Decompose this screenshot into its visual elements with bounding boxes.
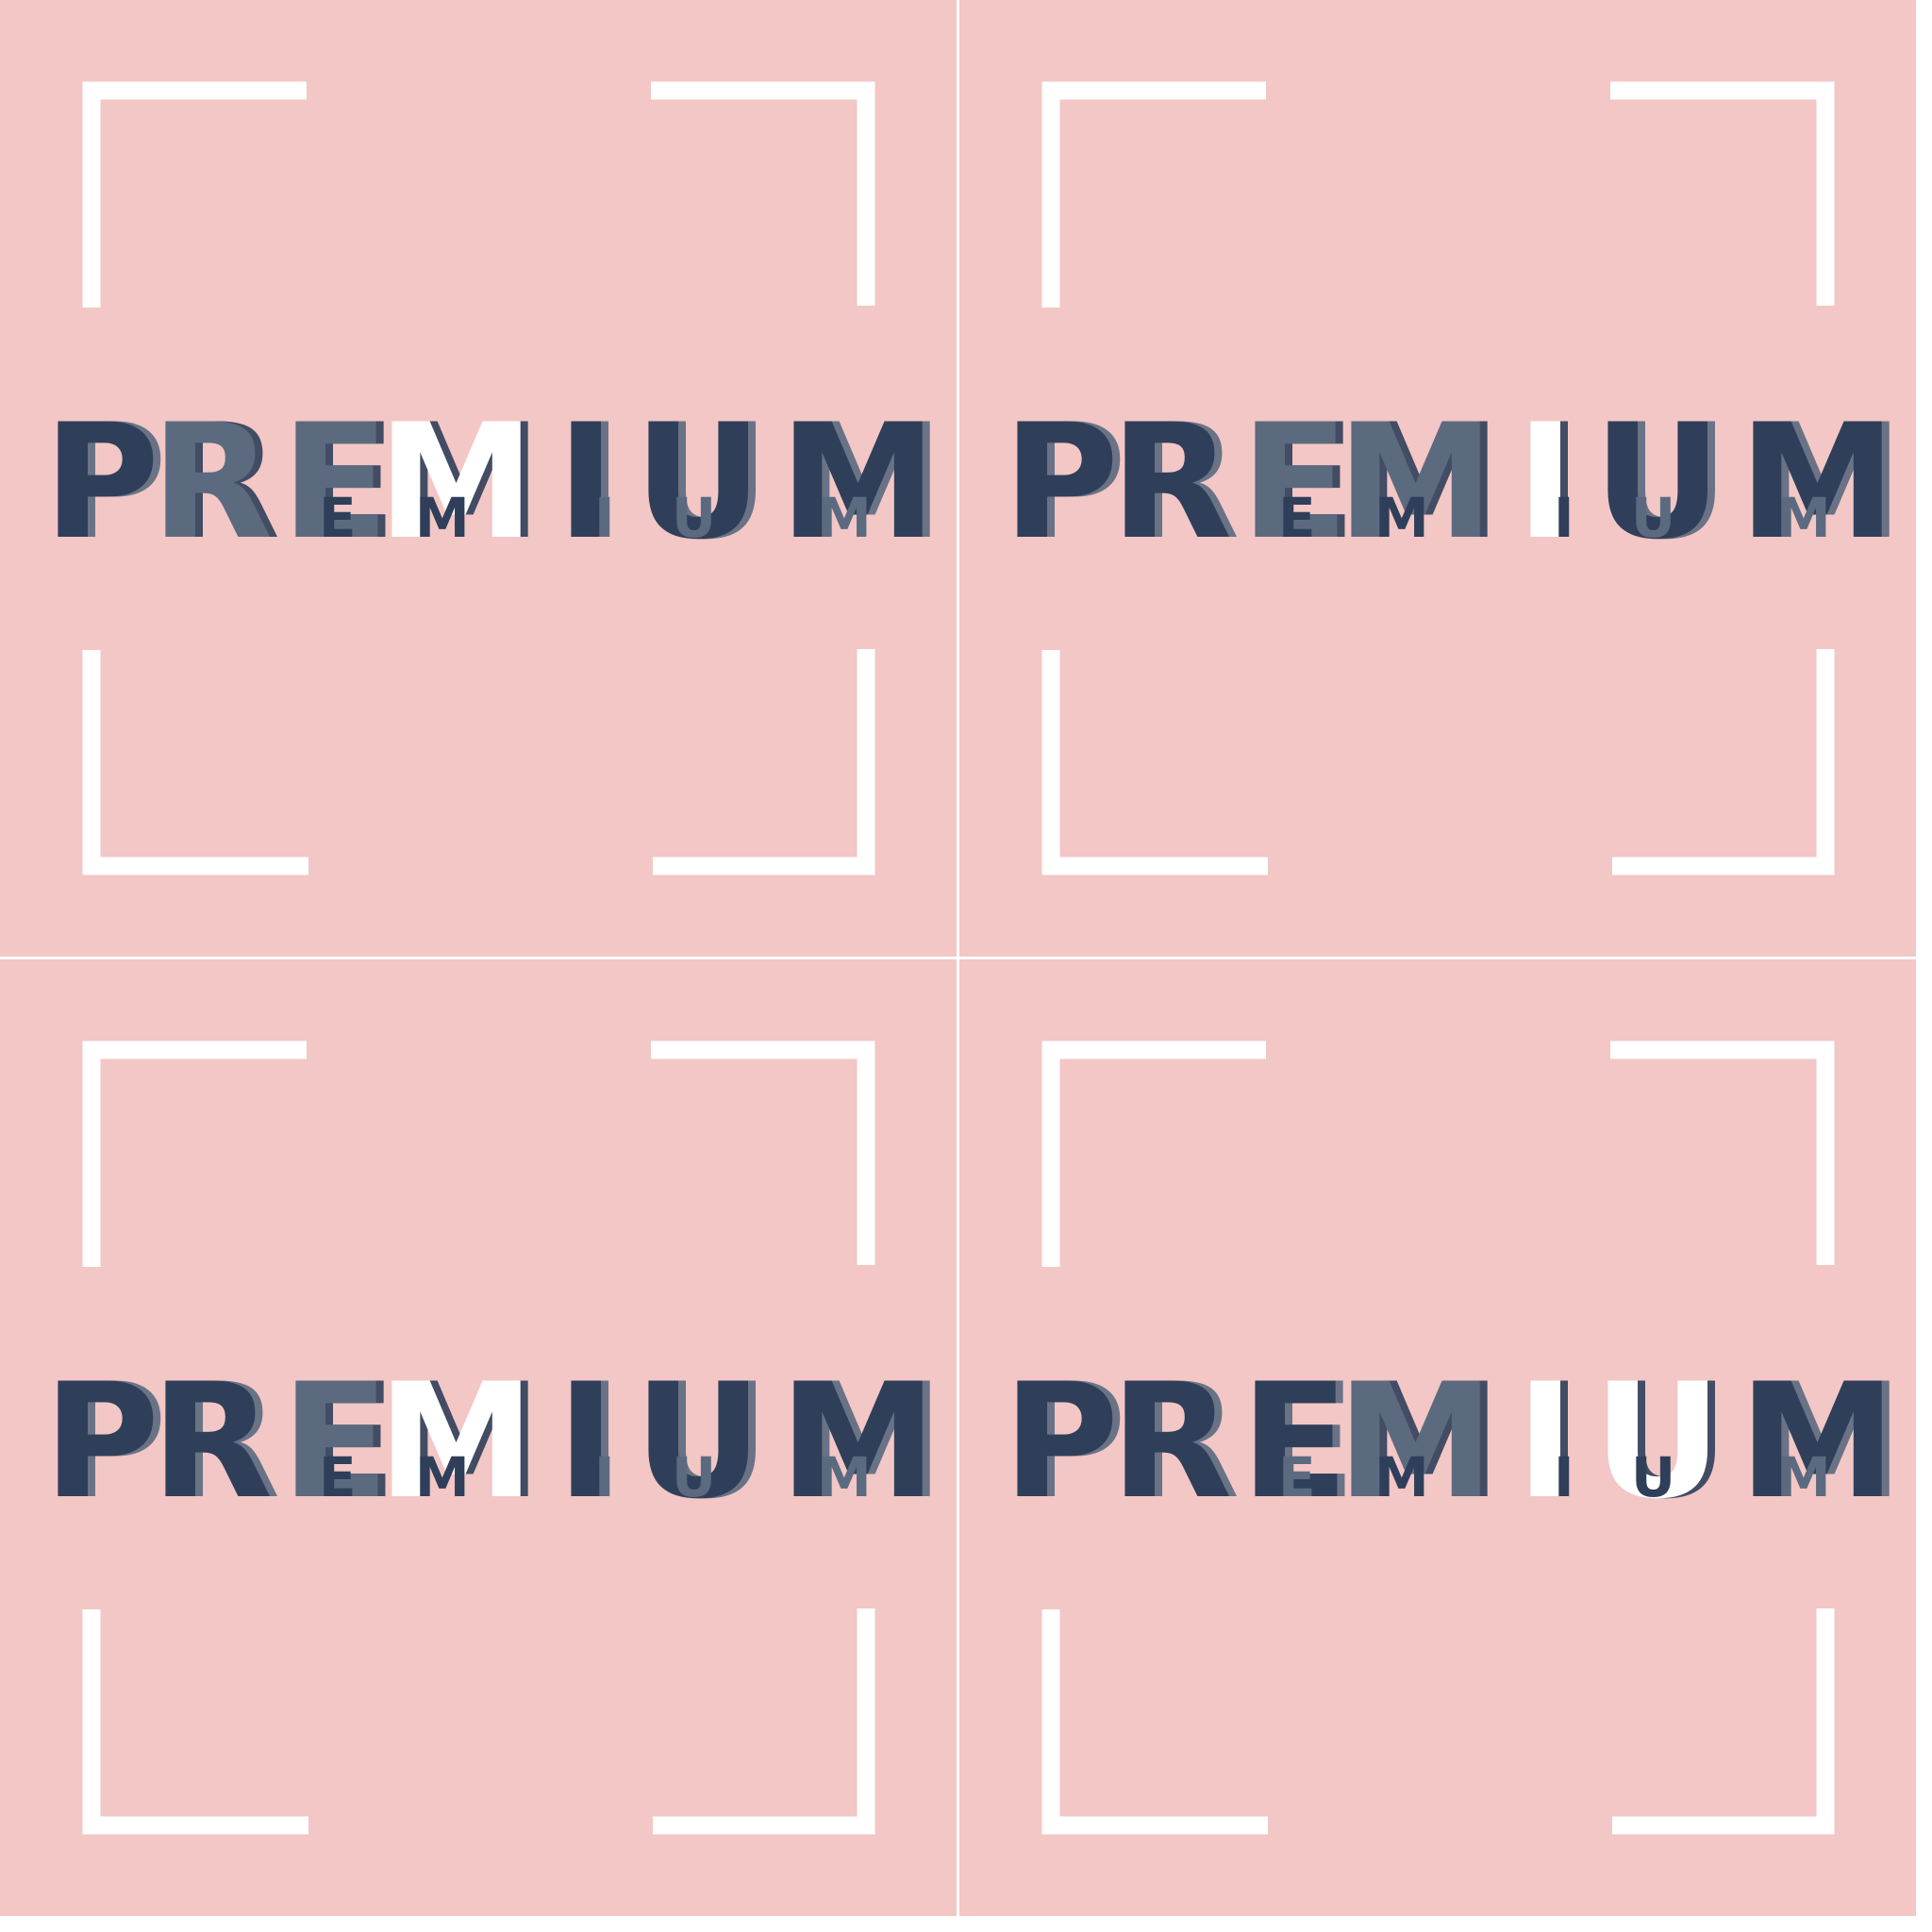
letter-r: R	[1110, 390, 1232, 575]
premium-word: PPRR EEE MMM III UUU MMM	[1003, 1349, 1904, 1534]
letter-small-i: I	[1554, 1445, 1574, 1509]
letter-small-u: U	[1631, 486, 1675, 550]
letter-small-m: M	[817, 486, 872, 550]
premium-logo-bottom-left: PPRR EEE MMM III UUU MMM	[0, 959, 957, 1916]
letter-p: P	[43, 390, 159, 575]
premium-tile-bottom-right: PPRREEEMMMIIIUUUMMM	[959, 959, 1916, 1916]
letter-p: P	[43, 1349, 159, 1534]
premium-tile-top-left: PPRREEEMMMIIIUUUMMM	[0, 0, 957, 957]
letter-small-i: I	[594, 1445, 615, 1509]
premium-logo-bottom-right: PPRR EEE MMM III UUU MMM	[959, 959, 1916, 1916]
premium-tile-bottom-left: PPRREEEMMMIIIUUUMMM	[0, 959, 957, 1916]
letter-small-e: E	[1278, 486, 1316, 550]
premium-tile-top-right: PPRREEEMMMIIIUUUMMM	[959, 0, 1916, 957]
premium-word: PPRR EEE MMM III UUU MMM	[43, 390, 944, 575]
letter-small-m: M	[1776, 486, 1831, 550]
letter-small-m: M	[415, 486, 470, 550]
letter-small-m: M	[1374, 1445, 1429, 1509]
letter-small-i: I	[594, 486, 615, 550]
letter-small-u: U	[672, 486, 716, 550]
letter-small-m: M	[415, 1445, 470, 1509]
premium-logo-top-left: PPRR EEE MMM III UUU MMM	[0, 0, 957, 957]
letter-small-e: E	[319, 486, 357, 550]
letter-r: R	[151, 1349, 273, 1534]
letter-p: P	[1003, 1349, 1119, 1534]
letter-small-u: U	[672, 1445, 716, 1509]
letter-small-u: U	[1631, 1445, 1675, 1509]
letter-small-e: E	[1278, 1445, 1316, 1509]
letter-small-m: M	[1776, 1445, 1831, 1509]
letter-r: R	[151, 390, 273, 575]
letter-small-e: E	[319, 1445, 357, 1509]
premium-logo-top-right: PPRR EEE MMM III UUU MMM	[959, 0, 1916, 957]
letter-small-m: M	[1374, 486, 1429, 550]
premium-tile-grid: PPRREEEMMMIIIUUUMMM PPRREEEMMMIIIUUUMMM …	[0, 0, 1916, 1916]
premium-word: PPRR EEE MMM III UUU MMM	[1003, 390, 1904, 575]
letter-small-m: M	[817, 1445, 872, 1509]
letter-r: R	[1110, 1349, 1232, 1534]
letter-small-i: I	[1554, 486, 1574, 550]
premium-word: PPRR EEE MMM III UUU MMM	[43, 1349, 944, 1534]
letter-p: P	[1003, 390, 1119, 575]
